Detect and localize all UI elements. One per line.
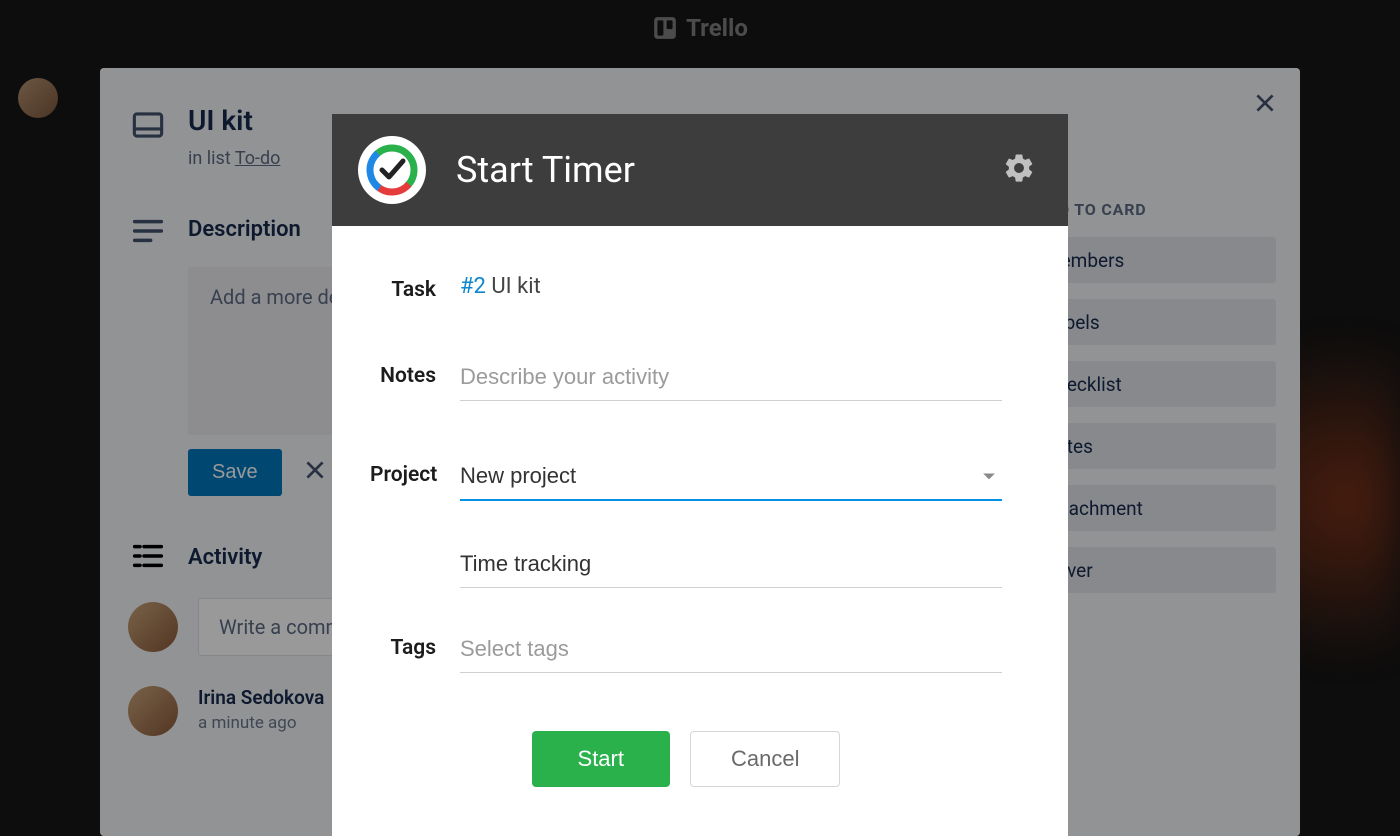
description-icon bbox=[132, 219, 164, 243]
list-prefix: in list bbox=[188, 148, 235, 169]
chevron-down-icon[interactable] bbox=[982, 469, 996, 488]
card-list-location: in list To-do bbox=[188, 148, 280, 169]
timer-settings-button[interactable] bbox=[1002, 151, 1036, 189]
timer-modal-title: Start Timer bbox=[456, 149, 972, 191]
activity-icon bbox=[132, 544, 164, 572]
task-label: Task bbox=[370, 274, 460, 302]
notes-label: Notes bbox=[370, 360, 460, 388]
save-button[interactable]: Save bbox=[188, 449, 282, 496]
project-label: Project bbox=[370, 459, 460, 487]
close-card-button[interactable] bbox=[1252, 90, 1278, 120]
tags-input[interactable] bbox=[460, 632, 1002, 673]
trello-icon bbox=[652, 15, 678, 41]
gear-icon bbox=[1002, 151, 1036, 185]
activity-user[interactable]: Irina Sedokova bbox=[198, 686, 324, 709]
project-sub-input[interactable] bbox=[460, 547, 1002, 588]
card-icon bbox=[132, 112, 164, 136]
description-heading: Description bbox=[188, 217, 301, 242]
activity-time: a minute ago bbox=[198, 713, 324, 733]
notes-input[interactable] bbox=[460, 360, 1002, 401]
timer-modal-header: Start Timer bbox=[332, 114, 1068, 226]
start-timer-button[interactable]: Start bbox=[532, 731, 670, 787]
task-number[interactable]: #2 bbox=[460, 274, 486, 299]
cancel-timer-button[interactable]: Cancel bbox=[690, 731, 840, 787]
avatar[interactable] bbox=[128, 602, 178, 652]
sidebar-heading: ADD TO CARD bbox=[1036, 200, 1276, 219]
list-link[interactable]: To-do bbox=[235, 148, 281, 169]
start-timer-modal: Start Timer Task #2 UI kit Notes Project bbox=[332, 114, 1068, 836]
brand-text: Trello bbox=[686, 14, 748, 42]
activity-heading: Activity bbox=[188, 545, 262, 570]
task-name: UI kit bbox=[491, 274, 540, 299]
close-icon bbox=[302, 457, 328, 483]
avatar[interactable] bbox=[128, 686, 178, 736]
task-value: #2 UI kit bbox=[460, 274, 1002, 299]
tags-label: Tags bbox=[370, 632, 460, 660]
close-icon bbox=[1252, 90, 1278, 116]
tmetric-icon bbox=[366, 144, 418, 196]
topbar: Trello bbox=[0, 0, 1400, 56]
brand-logo: Trello bbox=[652, 14, 748, 42]
tmetric-logo bbox=[358, 136, 426, 204]
card-title[interactable]: UI kit bbox=[188, 104, 280, 138]
avatar[interactable] bbox=[18, 78, 58, 118]
cancel-description-button[interactable] bbox=[302, 457, 328, 487]
project-select[interactable] bbox=[460, 459, 1002, 501]
